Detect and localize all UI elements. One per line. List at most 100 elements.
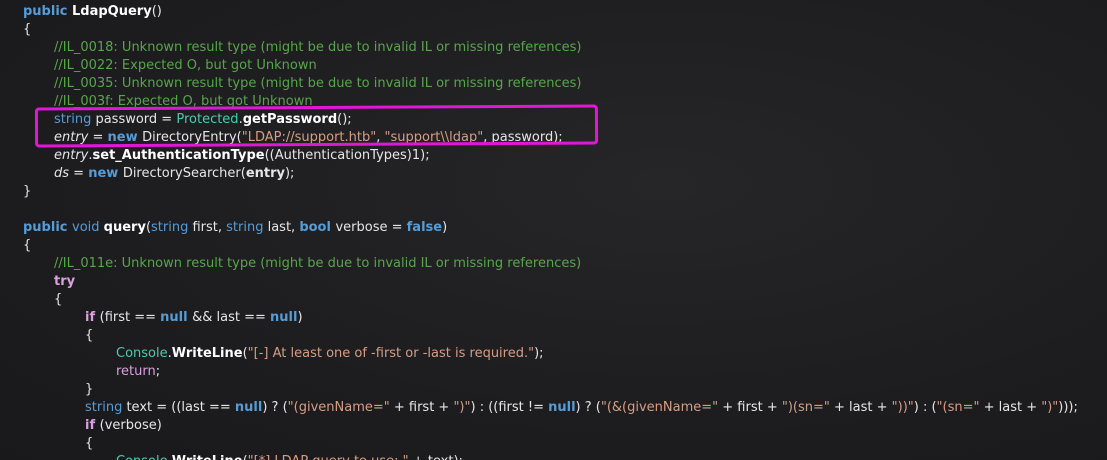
code-token: last, [267,220,300,235]
code-line: //IL_011e: Unknown result type (might be… [54,255,581,273]
code-token: ))); [1058,400,1078,415]
code-token: + first + [718,400,782,415]
code-token: DirectoryEntry( [142,130,242,145]
code-token: if [85,310,100,325]
code-token: entry [54,130,89,145]
code-token: null [160,310,193,325]
code-token: "(&(givenName=" [600,400,719,415]
code-line: return; [116,363,160,381]
code-line: //IL_0018: Unknown result type (might be… [54,39,581,57]
code-token: //IL_003f: Expected O, but got Unknown [54,94,313,109]
code-line: string text = ((last == null) ? ("(given… [85,399,1078,417]
code-line: string password = Protected.getPassword(… [54,111,352,129]
code-token: , password); [483,130,563,145]
code-token: void [72,220,104,235]
code-token: public [23,220,73,235]
code-token: ds [54,166,70,181]
code-token: ) : ( [913,400,937,415]
code-editor[interactable]: public LdapQuery() { //IL_0018: Unknown re… [0,0,1107,460]
code-token: verbose = [335,220,407,235]
code-token: password = [95,112,177,127]
code-token: bool [299,220,336,235]
code-token: ")(sn=" [781,400,830,415]
code-token: ) [442,220,448,235]
code-line: if (first == null && last == null) [85,309,303,327]
code-line: entry.set_AuthenticationType((Authentica… [54,147,430,165]
code-token: && last == [192,310,271,325]
code-line: Console.WriteLine("[-] At least one of -… [116,345,544,363]
code-token: Console [116,454,168,460]
code-token: { [85,436,94,451]
code-token: string [151,220,193,235]
code-token: + text); [409,454,463,460]
code-token: entry [54,148,89,163]
code-token: public [23,4,73,19]
code-token: "[-] At least one of -first or -last is … [247,346,535,361]
code-token: + last + [829,400,892,415]
code-token: Console [116,346,168,361]
code-token: (); [337,112,352,127]
code-token: "LDAP://support.htb" [241,130,377,145]
code-token: return [116,364,156,379]
code-token: Protected [176,112,239,127]
code-token: } [23,184,32,199]
code-token: ) ? ( [262,400,288,415]
code-token: = [69,166,89,181]
code-token: ) [297,310,303,325]
code-token: () [151,4,162,19]
code-token: LdapQuery [72,4,152,19]
code-line: //IL_0035: Unknown result type (might be… [54,75,581,93]
code-line: try [54,273,75,291]
code-token: set_AuthenticationType [92,148,265,163]
code-token: string [54,112,96,127]
code-token: null [234,400,263,415]
code-line: } [23,183,31,201]
code-token: null [548,400,576,415]
code-token: ) ? ( [575,400,601,415]
code-token: first, [192,220,227,235]
code-token: ")" [1041,400,1059,415]
code-token: (first == [99,310,161,325]
code-token: new [107,130,143,145]
code-token: "(sn=" [936,400,980,415]
code-token: //IL_0018: Unknown result type (might be… [54,40,582,55]
code-token: "(givenName=" [287,400,390,415]
code-token: //IL_0022: Expected O, but got Unknown [54,58,317,73]
code-line: if (verbose) [85,417,162,435]
code-token: ) : ((first != [470,400,549,415]
code-token: (verbose) [99,418,162,433]
code-token: "))" [891,400,914,415]
code-line: { [23,237,31,255]
code-token: false [406,220,443,235]
code-line: public void query(string first, string l… [23,219,447,237]
code-token: entry [245,166,285,181]
code-line: { [85,435,93,453]
code-token: DirectorySearcher( [122,166,246,181]
code-line: public LdapQuery() [23,3,162,21]
code-line: { [54,291,62,309]
code-token: //IL_011e: Unknown result type (might be… [54,256,582,271]
code-token: ")" [453,400,471,415]
code-token: ; [155,364,161,379]
code-token: ((AuthenticationTypes)1); [264,148,430,163]
code-token: { [23,238,32,253]
code-token: //IL_0035: Unknown result type (might be… [54,76,582,91]
code-token: = [88,130,108,145]
code-token: WriteLine [172,454,243,460]
code-token: "support\\ldap" [384,130,484,145]
code-line: entry = new DirectoryEntry("LDAP://suppo… [54,129,563,147]
code-token: null [270,310,298,325]
code-token: + first + [389,400,454,415]
code-line: //IL_0022: Expected O, but got Unknown [54,57,317,75]
code-token: text = ((last == [126,400,235,415]
code-token: { [85,328,94,343]
code-token: , [376,130,385,145]
code-token: new [88,166,123,181]
code-token: ); [534,346,544,361]
code-line: //IL_003f: Expected O, but got Unknown [54,93,313,111]
code-token: string [226,220,268,235]
code-token: getPassword [242,112,338,127]
code-token: WriteLine [171,346,243,361]
code-token: "[*] LDAP query to use: " [248,454,409,460]
code-token: } [85,382,94,397]
